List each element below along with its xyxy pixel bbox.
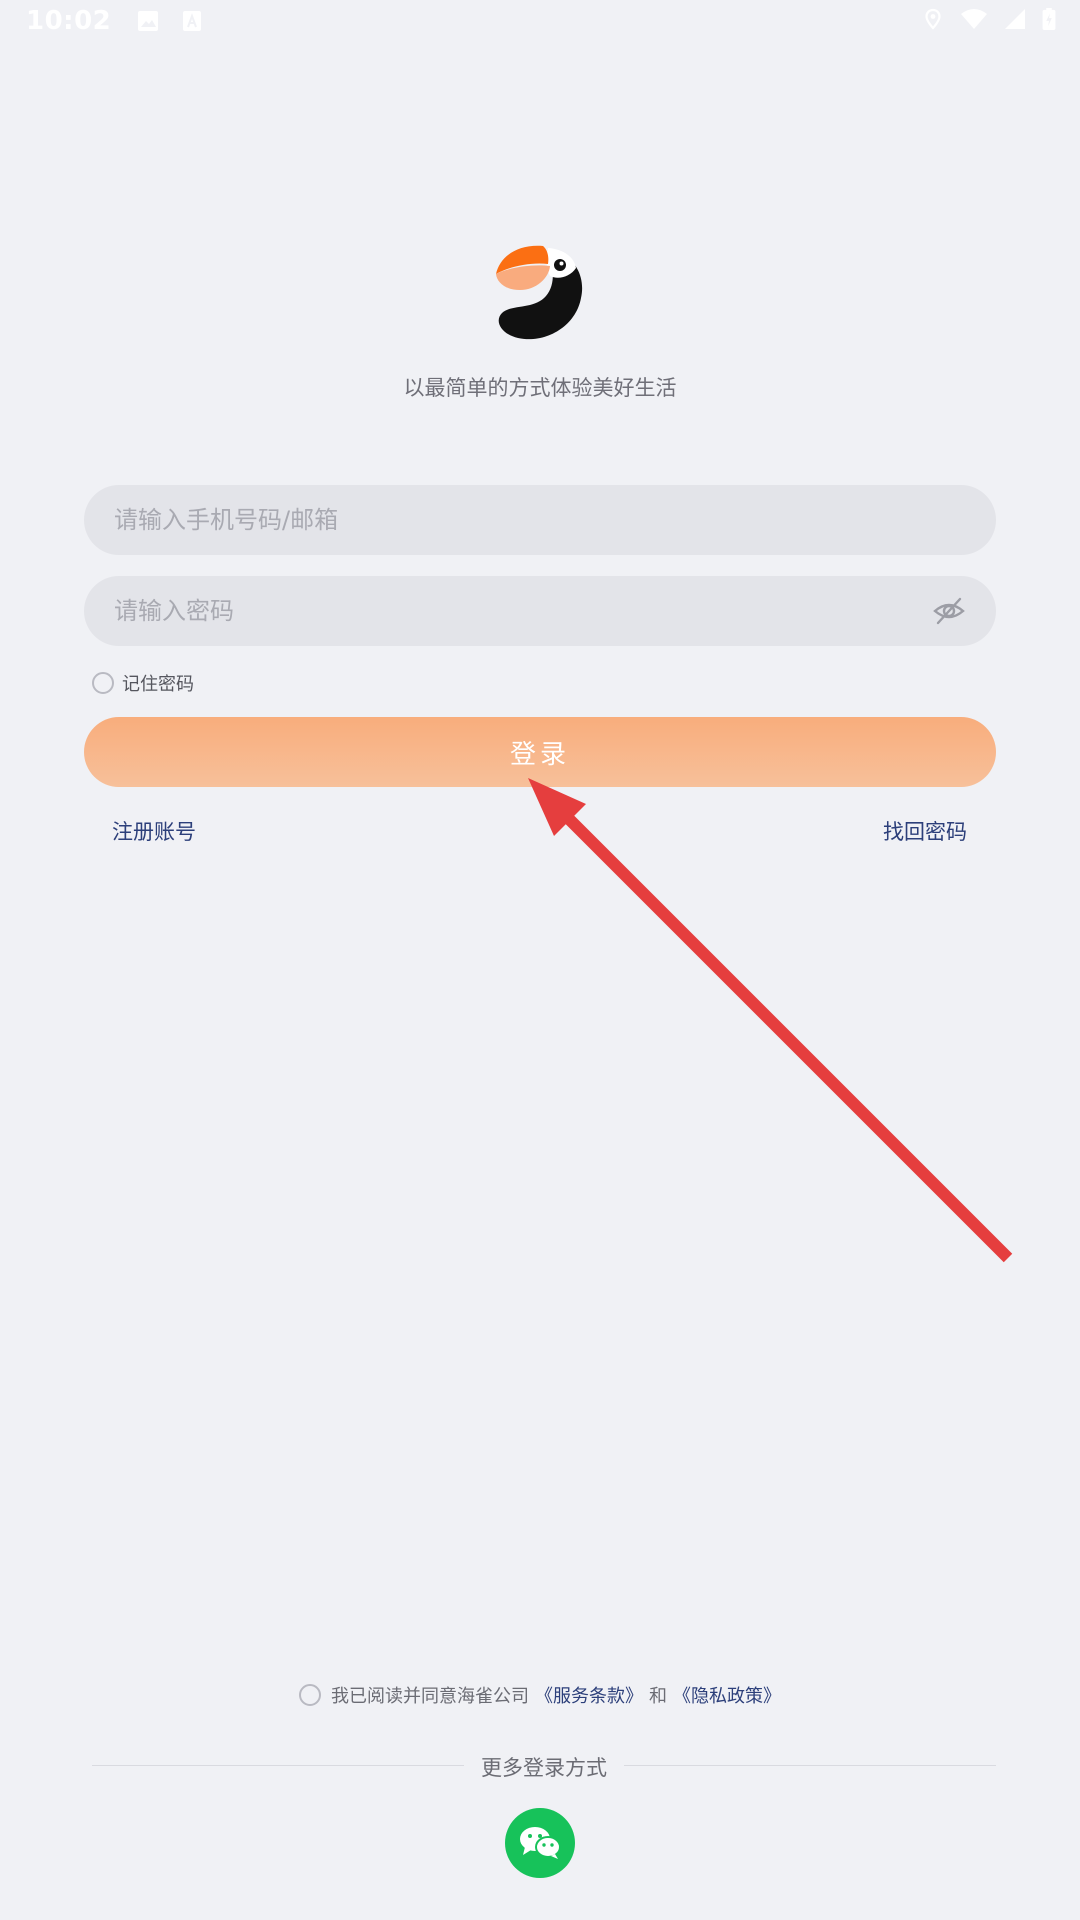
more-login-label: 更多登录方式 (481, 1756, 607, 1780)
more-login-divider: 更多登录方式 (92, 1748, 996, 1782)
divider-right (624, 1765, 996, 1766)
remember-password-label: 记住密码 (122, 674, 194, 695)
wechat-icon (520, 1827, 561, 1859)
font-icon (183, 11, 202, 31)
eye-off-icon[interactable] (932, 594, 966, 628)
battery-icon (1042, 8, 1056, 30)
password-input[interactable] (114, 597, 932, 625)
privacy-policy-link[interactable]: 《隐私政策》 (673, 1682, 781, 1708)
remember-password-radio[interactable] (92, 672, 114, 694)
agreement-row: 我已阅读并同意海雀公司 《服务条款》 和 《隐私政策》 (0, 1682, 1080, 1708)
password-field[interactable] (84, 576, 996, 646)
wechat-login-button[interactable] (505, 1808, 575, 1878)
signal-icon (1005, 9, 1025, 29)
register-link[interactable]: 注册账号 (112, 816, 196, 846)
location-icon (925, 8, 941, 30)
tagline: 以最简单的方式体验美好生活 (403, 376, 677, 400)
login-button[interactable]: 登录 (84, 717, 996, 787)
phone-email-field[interactable] (84, 485, 996, 555)
toucan-logo (496, 245, 583, 340)
phone-email-input[interactable] (114, 506, 966, 534)
status-bar: 10:02 (0, 0, 1080, 42)
agreement-and: 和 (649, 1686, 667, 1707)
image-icon (138, 11, 159, 31)
terms-of-service-link[interactable]: 《服务条款》 (535, 1682, 643, 1708)
forgot-password-link[interactable]: 找回密码 (883, 816, 967, 846)
wifi-icon (961, 9, 987, 29)
agreement-text: 我已阅读并同意海雀公司 (331, 1686, 529, 1707)
status-time: 10:02 (26, 6, 112, 36)
agreement-radio[interactable] (299, 1684, 321, 1706)
remember-password[interactable]: 记住密码 (92, 670, 194, 696)
